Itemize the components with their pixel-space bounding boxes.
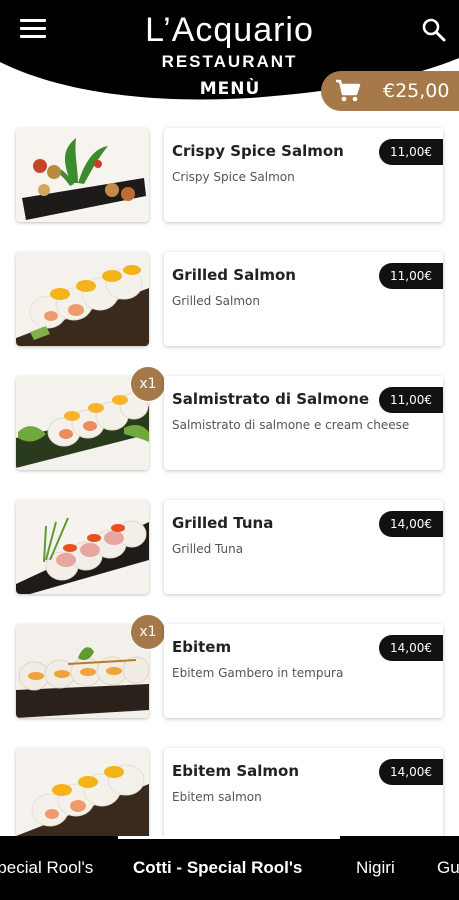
price-badge: 14,00€ [379, 635, 443, 661]
quantity-badge: x1 [130, 614, 166, 650]
dish-name: Grilled Salmon [172, 266, 296, 284]
restaurant-subtitle: RESTAURANT [161, 52, 298, 71]
dish-image[interactable] [16, 128, 149, 222]
dish-image[interactable] [16, 624, 149, 718]
search-icon[interactable] [420, 16, 448, 44]
dish-name: Salmistrato di Salmone [172, 390, 370, 408]
dish-description: Grilled Tuna [172, 542, 244, 556]
menu-item[interactable]: Ebitem Salmon Ebitem salmon 14,00€ [0, 748, 459, 836]
tab-cotti-special-rools[interactable]: Cotti - Special Rool's [133, 836, 302, 900]
dish-image[interactable] [16, 376, 149, 470]
dish-card[interactable]: Grilled Tuna Grilled Tuna 14,00€ [164, 500, 443, 594]
dish-name: Grilled Tuna [172, 514, 274, 532]
dish-description: Grilled Salmon [172, 294, 260, 308]
dish-image[interactable] [16, 500, 149, 594]
menu-item[interactable]: x1 Ebitem Ebitem Gambero in tempura 14,0… [0, 614, 459, 724]
dish-name: Crispy Spice Salmon [172, 142, 344, 160]
dish-card[interactable]: Ebitem Ebitem Gambero in tempura 14,00€ [164, 624, 443, 718]
menu-item[interactable]: Crispy Spice Salmon Crispy Spice Salmon … [0, 128, 459, 228]
dish-card[interactable]: Ebitem Salmon Ebitem salmon 14,00€ [164, 748, 443, 836]
tab-nigiri[interactable]: Nigiri [356, 836, 395, 900]
dish-name: Ebitem [172, 638, 232, 656]
dish-description: Ebitem salmon [172, 790, 262, 804]
page-title: MENÙ [199, 79, 261, 99]
price-badge: 14,00€ [379, 511, 443, 537]
dish-description: Salmistrato di salmone e cream cheese [172, 418, 410, 432]
quantity-badge: x1 [130, 366, 166, 402]
restaurant-name: L’Acquario [145, 11, 314, 49]
menu-item[interactable]: Grilled Salmon Grilled Salmon 11,00€ [0, 252, 459, 352]
dish-card[interactable]: Crispy Spice Salmon Crispy Spice Salmon … [164, 128, 443, 222]
dish-description: Crispy Spice Salmon [172, 170, 295, 184]
tab-gu[interactable]: Gu [437, 836, 459, 900]
menu-item[interactable]: x1 Salmistrato di Salmone Salmistrato di… [0, 366, 459, 476]
category-tab-bar[interactable]: Special Rool's Cotti - Special Rool's Ni… [0, 836, 459, 900]
menu-item-list[interactable]: Crispy Spice Salmon Crispy Spice Salmon … [0, 112, 459, 836]
tab-special-rools[interactable]: Special Rool's [0, 836, 93, 900]
dish-card[interactable]: Grilled Salmon Grilled Salmon 11,00€ [164, 252, 443, 346]
dish-image[interactable] [16, 748, 149, 836]
price-badge: 14,00€ [379, 759, 443, 785]
price-badge: 11,00€ [379, 387, 443, 413]
price-badge: 11,00€ [379, 139, 443, 165]
dish-image[interactable] [16, 252, 149, 346]
shopping-cart-icon [336, 79, 361, 102]
dish-description: Ebitem Gambero in tempura [172, 666, 344, 680]
app-header: L’Acquario RESTAURANT MENÙ €25,00 [0, 0, 459, 112]
cart-total: €25,00 [383, 80, 450, 102]
price-badge: 11,00€ [379, 263, 443, 289]
cart-button[interactable]: €25,00 [321, 71, 459, 111]
menu-item[interactable]: Grilled Tuna Grilled Tuna 14,00€ [0, 500, 459, 600]
dish-name: Ebitem Salmon [172, 762, 300, 780]
dish-card[interactable]: Salmistrato di Salmone Salmistrato di sa… [164, 376, 443, 470]
